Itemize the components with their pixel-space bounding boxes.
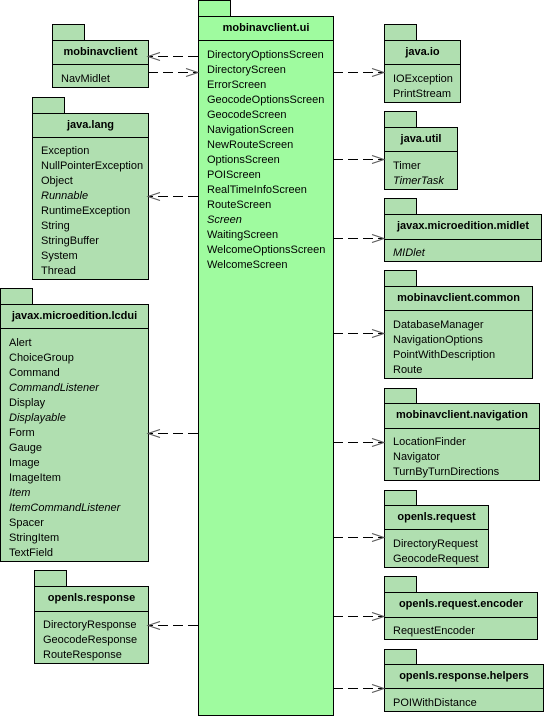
dependency-mobinavclient-ui-to-mobinavclient xyxy=(146,52,198,61)
dependency-mobinavclient-ui-to-openls-response-helpers xyxy=(333,684,386,693)
dependency-mobinavclient-ui-to-javax-microedition-midlet xyxy=(333,234,386,243)
dependency-mobinavclient-ui-to-javax-microedition-lcdui xyxy=(146,429,198,438)
dependency-mobinavclient-ui-to-java-lang xyxy=(146,192,198,201)
dependency-mobinavclient-ui-to-mobinavclient-common xyxy=(333,329,386,338)
dependency-mobinavclient-ui-to-java-io xyxy=(333,68,386,77)
dependency-mobinavclient-ui-to-java-util xyxy=(333,155,386,164)
dependency-mobinavclient-ui-to-openls-request xyxy=(333,533,386,542)
dependency-arrows xyxy=(146,52,386,693)
dependency-mobinavclient-ui-to-mobinavclient-navigation xyxy=(333,438,386,447)
dependency-mobinavclient-ui-to-openls-response xyxy=(146,621,198,630)
dependency-mobinavclient-ui-to-openls-request-encoder xyxy=(333,612,386,621)
dependency-mobinavclient-to-mobinavclient-ui xyxy=(148,68,200,77)
